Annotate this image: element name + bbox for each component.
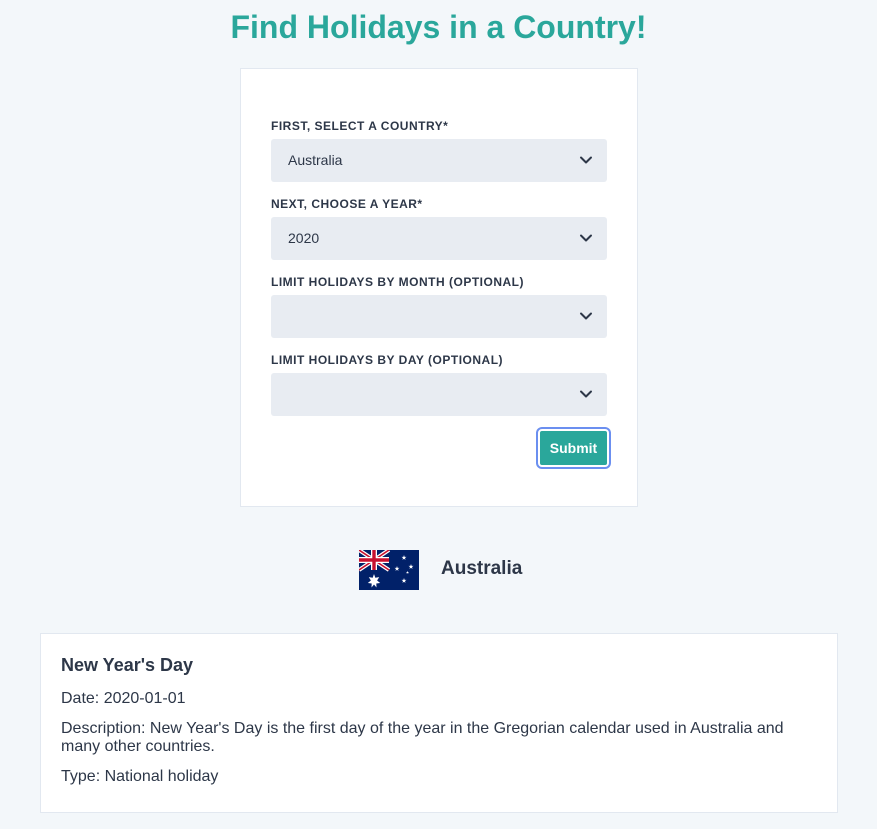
- month-label: LIMIT HOLIDAYS BY MONTH (OPTIONAL): [271, 275, 524, 289]
- day-label: LIMIT HOLIDAYS BY DAY (OPTIONAL): [271, 353, 504, 367]
- month-select[interactable]: [271, 295, 607, 338]
- holiday-card: New Year's Day Date: 2020-01-01 Descript…: [40, 633, 838, 813]
- holiday-type: Type: National holiday: [61, 768, 219, 785]
- year-select[interactable]: 2020: [271, 217, 607, 260]
- country-label: FIRST, SELECT A COUNTRY*: [271, 119, 449, 133]
- chevron-down-icon: [580, 312, 592, 320]
- year-label: NEXT, CHOOSE A YEAR*: [271, 197, 423, 211]
- submit-button[interactable]: Submit: [538, 429, 609, 467]
- day-select[interactable]: [271, 373, 607, 416]
- holiday-date: Date: 2020-01-01: [61, 690, 186, 707]
- chevron-down-icon: [580, 156, 592, 164]
- country-name: Australia: [441, 558, 523, 579]
- chevron-down-icon: [580, 234, 592, 242]
- country-select-value: Australia: [288, 152, 343, 168]
- holiday-search-form: FIRST, SELECT A COUNTRY* Australia NEXT,…: [240, 68, 638, 507]
- australia-flag-icon: [359, 550, 419, 590]
- year-select-value: 2020: [288, 230, 320, 246]
- holiday-name: New Year's Day: [61, 655, 194, 675]
- page-title: Find Holidays in a Country!: [230, 9, 647, 45]
- country-select[interactable]: Australia: [271, 139, 607, 182]
- holiday-description: Description: New Year's Day is the first…: [61, 720, 784, 755]
- chevron-down-icon: [580, 390, 592, 398]
